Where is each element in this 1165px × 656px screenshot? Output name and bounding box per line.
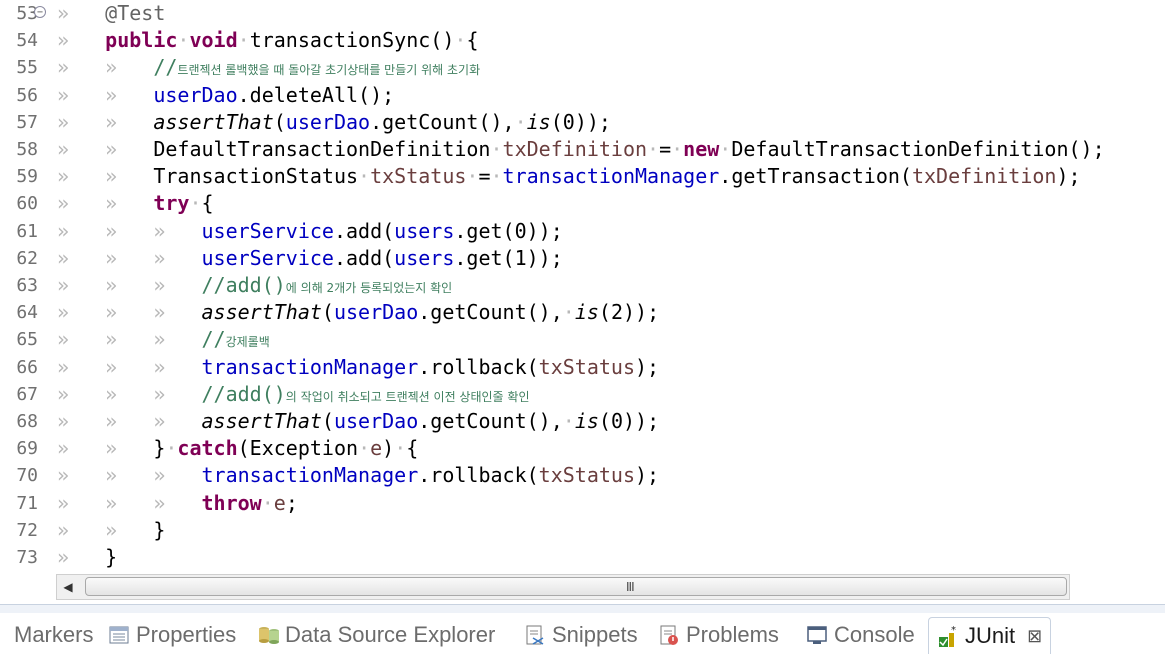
code-text: » } bbox=[57, 545, 118, 569]
code-text: » » » transactionManager.rollback(txStat… bbox=[57, 354, 660, 379]
code-text: » » }·catch(Exception·e)·{ bbox=[57, 436, 419, 461]
tab-console-label: Console bbox=[834, 622, 915, 647]
line-number: 61 bbox=[16, 220, 38, 242]
tab-markers[interactable]: Markers bbox=[14, 620, 93, 650]
junit-icon: * bbox=[937, 625, 959, 647]
line-number: 66 bbox=[16, 356, 38, 378]
line-number: 56 bbox=[16, 84, 38, 106]
problems-icon bbox=[658, 624, 680, 646]
scroll-left-arrow-icon[interactable]: ◀ bbox=[57, 575, 79, 599]
code-text: » » » userService.add(users.get(1)); bbox=[57, 245, 563, 270]
code-editor[interactable]: 53−» @Test 54 » public·void·transactionSyn… bbox=[0, 0, 1165, 572]
bottom-view-tabbar: Markers Properties Data Source Explorer … bbox=[0, 614, 1165, 656]
code-text: » » » assertThat(userDao.getCount(),·is(… bbox=[57, 300, 660, 325]
tab-markers-label: Markers bbox=[14, 622, 94, 647]
code-text: » » TransactionStatus·txStatus·=·transac… bbox=[57, 164, 1081, 189]
close-icon[interactable]: ⊠ bbox=[1027, 626, 1042, 647]
line-number: 53 bbox=[16, 3, 38, 24]
line-number: 54 bbox=[16, 30, 38, 52]
properties-icon bbox=[108, 624, 130, 646]
tab-properties-label: Properties bbox=[136, 622, 237, 647]
svg-text:*: * bbox=[951, 625, 956, 636]
line-number: 55 bbox=[16, 57, 38, 79]
code-text: » » » //add()의 작업이 취소되고 트랜젝션 이전 상태인줄 확인 bbox=[57, 381, 530, 406]
line-number: 65 bbox=[16, 329, 38, 351]
tab-data-source-explorer-label: Data Source Explorer bbox=[285, 622, 496, 647]
tab-data-source-explorer[interactable]: Data Source Explorer bbox=[257, 620, 495, 650]
snippets-icon bbox=[524, 624, 546, 646]
line-number: 57 bbox=[16, 111, 38, 133]
line-number: 67 bbox=[16, 383, 38, 405]
horizontal-scrollbar[interactable]: ◀ III bbox=[56, 574, 1070, 600]
tab-junit-label: JUnit bbox=[965, 623, 1016, 648]
tab-junit[interactable]: * JUnit ⊠ bbox=[928, 617, 1052, 654]
code-text: » » » //강제롤백 bbox=[57, 327, 270, 352]
line-number: 62 bbox=[16, 247, 38, 269]
code-text: » » //트랜젝션 롤백했을 때 돌아갈 초기상태를 만들기 위해 초기화 bbox=[57, 55, 481, 80]
code-text: » public·void·transactionSync()·{ bbox=[57, 28, 479, 53]
code-text: » » » transactionManager.rollback(txStat… bbox=[57, 463, 660, 488]
code-text: » » userDao.deleteAll(); bbox=[57, 82, 395, 107]
code-text: » » assertThat(userDao.getCount(),·is(0)… bbox=[57, 109, 611, 134]
code-text: » » » assertThat(userDao.getCount(),·is(… bbox=[57, 409, 660, 433]
code-text: » » } bbox=[57, 517, 166, 542]
scrollbar-thumb[interactable]: III bbox=[85, 577, 1067, 596]
code-text: » » try·{ bbox=[57, 191, 214, 216]
line-number: 59 bbox=[16, 166, 38, 188]
tab-properties[interactable]: Properties bbox=[108, 620, 236, 650]
line-number: 72 bbox=[16, 519, 38, 541]
line-number: 70 bbox=[16, 465, 38, 487]
database-explorer-icon bbox=[257, 624, 279, 646]
line-number: 73 bbox=[16, 547, 38, 568]
line-number: 63 bbox=[16, 275, 38, 296]
fold-collapse-icon[interactable]: − bbox=[34, 6, 46, 18]
code-text: » » DefaultTransactionDefinition·txDefin… bbox=[57, 137, 1105, 161]
line-number: 69 bbox=[16, 438, 38, 460]
line-number: 68 bbox=[16, 411, 38, 432]
scrollbar-grip: III bbox=[626, 580, 635, 594]
tab-problems-label: Problems bbox=[686, 622, 779, 647]
tab-console[interactable]: Console bbox=[806, 620, 915, 650]
line-number: 71 bbox=[16, 492, 38, 514]
console-icon bbox=[806, 624, 828, 646]
tab-snippets[interactable]: Snippets bbox=[524, 620, 638, 650]
line-number: 64 bbox=[16, 302, 38, 324]
tab-snippets-label: Snippets bbox=[552, 622, 638, 647]
panel-separator bbox=[0, 604, 1165, 613]
line-number: 60 bbox=[16, 193, 38, 215]
code-text: » » » userService.add(users.get(0)); bbox=[57, 218, 563, 243]
code-text: » » » throw·e; bbox=[57, 490, 298, 515]
code-text: » @Test bbox=[57, 1, 166, 25]
code-text: » » » //add()에 의해 2개가 등록되었는지 확인 bbox=[57, 273, 453, 297]
line-number: 58 bbox=[16, 139, 38, 160]
tab-problems[interactable]: Problems bbox=[658, 620, 779, 650]
